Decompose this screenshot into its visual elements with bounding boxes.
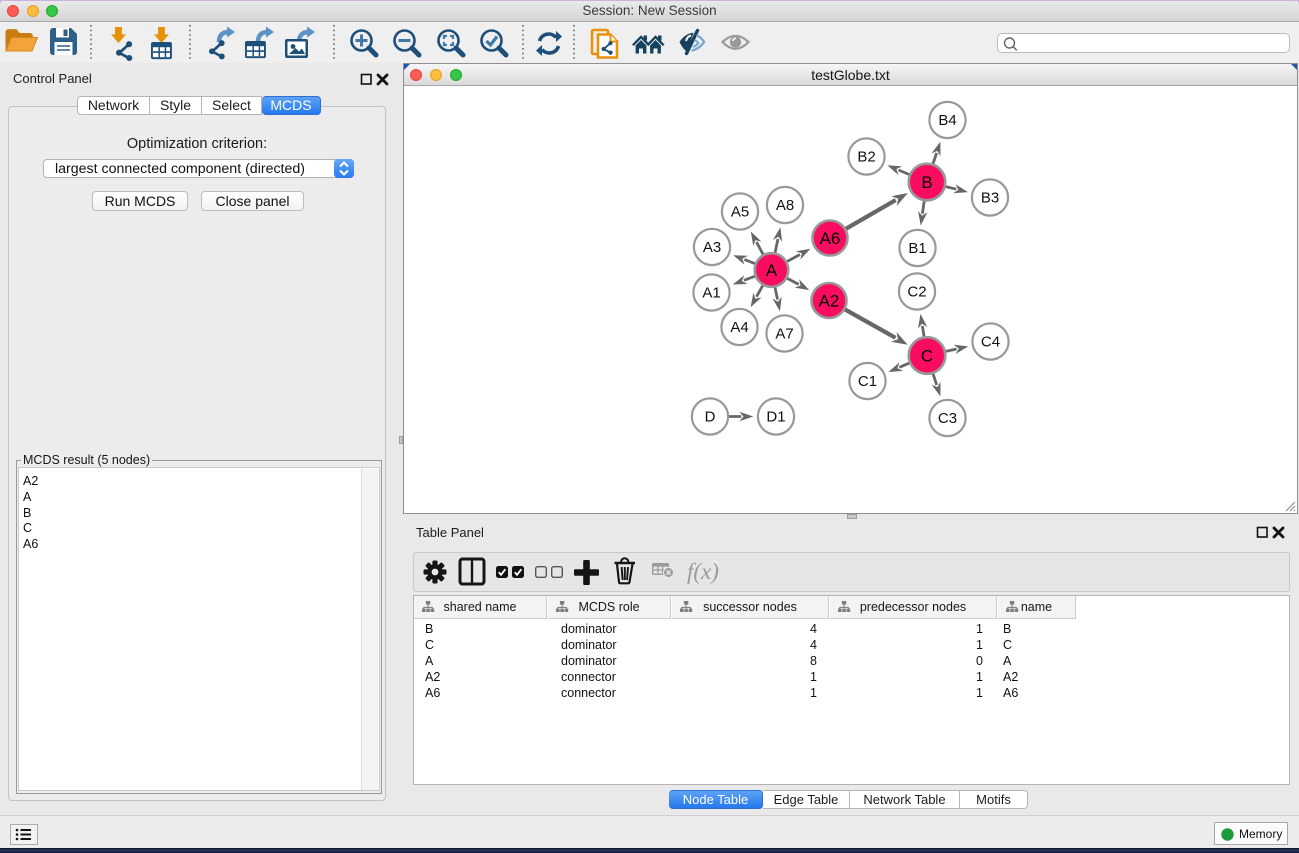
svg-text:B1: B1 <box>908 240 926 257</box>
svg-text:A2: A2 <box>819 292 840 311</box>
svg-text:B: B <box>921 173 932 192</box>
svg-text:C3: C3 <box>938 410 957 427</box>
svg-text:C: C <box>921 347 933 366</box>
svg-text:D: D <box>705 409 716 426</box>
svg-text:f(x): f(x) <box>687 559 719 584</box>
svg-text:C2: C2 <box>907 284 926 301</box>
svg-text:B3: B3 <box>981 190 999 207</box>
svg-text:A4: A4 <box>730 319 748 336</box>
svg-text:C4: C4 <box>981 334 1000 351</box>
svg-text:A: A <box>766 261 778 280</box>
svg-text:C1: C1 <box>858 373 877 390</box>
svg-text:B4: B4 <box>938 112 956 129</box>
svg-text:A5: A5 <box>731 204 749 221</box>
svg-text:B2: B2 <box>857 149 875 166</box>
svg-text:A1: A1 <box>702 285 720 302</box>
svg-text:D1: D1 <box>766 409 785 426</box>
svg-text:A6: A6 <box>820 229 841 248</box>
svg-text:A7: A7 <box>775 326 793 343</box>
svg-text:A3: A3 <box>703 239 721 256</box>
svg-text:A8: A8 <box>776 197 794 214</box>
